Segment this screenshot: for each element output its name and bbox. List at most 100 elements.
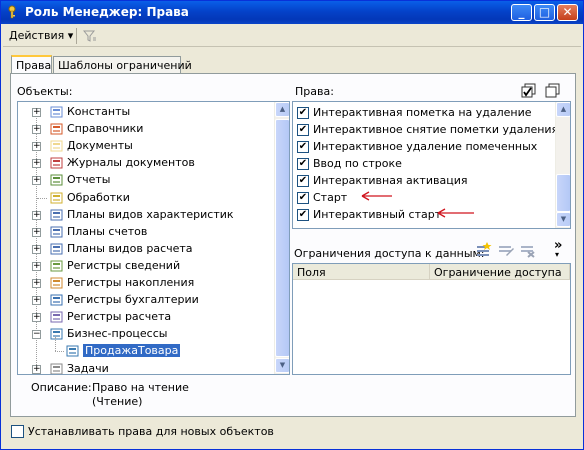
objects-label: Объекты: bbox=[17, 85, 73, 98]
uncheck-all-icon[interactable] bbox=[543, 83, 561, 99]
right-item[interactable]: ✔ Старт bbox=[297, 189, 552, 206]
tree-item-label: Журналы документов bbox=[67, 156, 195, 170]
information-registers-icon bbox=[50, 260, 63, 272]
expand-icon[interactable]: + bbox=[32, 279, 41, 288]
edit-restriction-icon[interactable] bbox=[497, 242, 515, 258]
scroll-up-button[interactable]: ▲ bbox=[556, 102, 570, 117]
maximize-icon: □ bbox=[538, 5, 551, 19]
expand-icon[interactable]: + bbox=[32, 125, 41, 135]
tree-item[interactable]: + Регистры накопления bbox=[18, 275, 273, 292]
right-item[interactable]: ✔ Интерактивное снятие пометки удаления bbox=[297, 121, 558, 138]
reports-icon bbox=[50, 174, 63, 186]
right-item[interactable]: ✔ Интерактивная пометка на удаление bbox=[297, 104, 552, 121]
right-item-label: Интерактивный старт bbox=[313, 208, 442, 221]
delete-restriction-icon[interactable] bbox=[519, 242, 537, 258]
menu-bar: Действия ▾ bbox=[3, 25, 581, 47]
tree-item[interactable]: Обработки bbox=[18, 190, 273, 207]
description-label: Описание: bbox=[31, 381, 92, 394]
charts-of-calculation-types-icon bbox=[50, 243, 63, 255]
maximize-button[interactable]: □ bbox=[534, 4, 555, 21]
tree-item[interactable]: + Отчеты bbox=[18, 172, 273, 189]
expand-icon[interactable]: + bbox=[32, 159, 41, 169]
column-header-fields[interactable]: Поля bbox=[293, 264, 430, 280]
tree-item[interactable]: + Планы видов характеристик bbox=[18, 207, 273, 224]
expand-icon[interactable]: + bbox=[32, 108, 41, 117]
tree-item-label: Планы видов расчета bbox=[67, 241, 193, 255]
right-item-label: Интерактивное удаление помеченных bbox=[313, 140, 538, 153]
expand-icon[interactable]: + bbox=[32, 210, 41, 220]
checkbox[interactable]: ✔ bbox=[297, 107, 309, 119]
right-item[interactable]: ✔ Интерактивная активация bbox=[297, 172, 552, 189]
business-process-icon bbox=[66, 345, 79, 357]
tab-restriction-templates-label: Шаблоны ограничений bbox=[58, 59, 192, 72]
scroll-thumb[interactable] bbox=[556, 174, 570, 212]
tab-rights[interactable]: Права bbox=[11, 55, 52, 74]
scroll-up-button[interactable]: ▲ bbox=[275, 102, 289, 117]
expand-icon[interactable]: + bbox=[32, 227, 41, 237]
tree-item[interactable]: + Справочники bbox=[18, 121, 273, 138]
tree-item[interactable]: ПродажаТовара bbox=[18, 337, 273, 360]
expand-icon[interactable]: + bbox=[32, 364, 41, 374]
check-all-icon[interactable] bbox=[520, 83, 538, 99]
tree-item-label: Регистры накопления bbox=[67, 276, 195, 289]
expand-icon[interactable]: + bbox=[32, 296, 41, 306]
collapse-icon[interactable]: − bbox=[32, 330, 41, 340]
charts-of-accounts-icon bbox=[50, 226, 63, 238]
menu-divider bbox=[76, 28, 77, 44]
tree-item[interactable]: + Задачи bbox=[18, 361, 273, 375]
tree-item[interactable]: + Константы bbox=[18, 104, 273, 121]
tree-item[interactable]: + Регистры бухгалтерии bbox=[18, 292, 273, 309]
right-item[interactable]: ✔ Интерактивное удаление помеченных bbox=[297, 138, 552, 155]
minimize-button[interactable]: _ bbox=[511, 4, 532, 21]
tree-item-label: Задачи bbox=[67, 361, 109, 375]
tree-item-label: Справочники bbox=[67, 122, 144, 136]
tree-item-label: Регистры бухгалтерии bbox=[67, 293, 199, 307]
tree-item-label: Константы bbox=[67, 105, 131, 118]
tree-item[interactable]: + Документы bbox=[18, 138, 273, 155]
expand-icon[interactable]: + bbox=[32, 261, 41, 271]
close-button[interactable]: ✕ bbox=[557, 4, 578, 21]
tree-item[interactable]: + Журналы документов bbox=[18, 155, 273, 172]
checkbox[interactable]: ✔ bbox=[297, 192, 309, 204]
checkbox[interactable]: ✔ bbox=[297, 124, 309, 136]
actions-menu[interactable]: Действия ▾ bbox=[9, 29, 73, 42]
restrictions-label: Ограничения доступа к данным: bbox=[294, 247, 485, 260]
constants-icon bbox=[50, 106, 63, 118]
right-item[interactable]: ✔ Интерактивный старт bbox=[297, 206, 552, 223]
checkbox[interactable]: ✔ bbox=[297, 209, 309, 221]
right-item[interactable]: ✔ Ввод по строке bbox=[297, 155, 552, 172]
rights-scrollbar[interactable]: ▲ ▼ bbox=[555, 102, 570, 228]
expand-icon[interactable]: + bbox=[32, 176, 41, 186]
expand-icon[interactable]: + bbox=[32, 244, 41, 254]
tree-item[interactable]: + Планы счетов bbox=[18, 224, 273, 241]
column-header-access-restriction[interactable]: Ограничение доступа bbox=[430, 264, 570, 280]
tree-item[interactable]: + Регистры расчета bbox=[18, 309, 273, 326]
title-bar[interactable]: Роль Менеджер: Права _ □ ✕ bbox=[1, 1, 583, 24]
tree-item[interactable]: − Бизнес-процессы bbox=[18, 326, 273, 343]
tab-restriction-templates[interactable]: Шаблоны ограничений bbox=[53, 56, 192, 74]
objects-tree[interactable]: + Константы + Справочники + Документы + Журналы… bbox=[17, 101, 290, 375]
objects-scrollbar[interactable]: ▲ ▼ bbox=[274, 102, 289, 374]
checkbox[interactable] bbox=[11, 425, 24, 438]
right-item-label: Ввод по строке bbox=[313, 157, 402, 170]
rights-list[interactable]: ✔ Интерактивная пометка на удаление ✔ Интер… bbox=[292, 101, 571, 229]
checkbox[interactable]: ✔ bbox=[297, 175, 309, 187]
close-icon: ✕ bbox=[562, 5, 573, 19]
description-value-line2: (Чтение) bbox=[92, 395, 143, 408]
scroll-thumb[interactable] bbox=[275, 119, 289, 357]
scroll-down-button[interactable]: ▼ bbox=[556, 212, 570, 227]
restrictions-table[interactable]: Поля Ограничение доступа bbox=[292, 263, 571, 375]
documents-icon bbox=[50, 140, 63, 152]
expand-icon[interactable]: + bbox=[32, 313, 41, 323]
scroll-down-button[interactable]: ▼ bbox=[275, 358, 289, 373]
tree-item-label: Регистры расчета bbox=[67, 310, 172, 324]
add-restriction-icon[interactable] bbox=[475, 242, 493, 258]
checkbox[interactable]: ✔ bbox=[297, 141, 309, 153]
chevron-down-icon[interactable]: ▾ bbox=[555, 250, 559, 259]
tree-item[interactable]: + Планы видов расчета bbox=[18, 241, 273, 258]
checkbox[interactable]: ✔ bbox=[297, 158, 309, 170]
filter-icon[interactable] bbox=[83, 29, 97, 43]
minimize-icon: _ bbox=[518, 5, 525, 19]
tree-item[interactable]: + Регистры сведений bbox=[18, 258, 273, 275]
expand-icon[interactable]: + bbox=[32, 142, 41, 152]
